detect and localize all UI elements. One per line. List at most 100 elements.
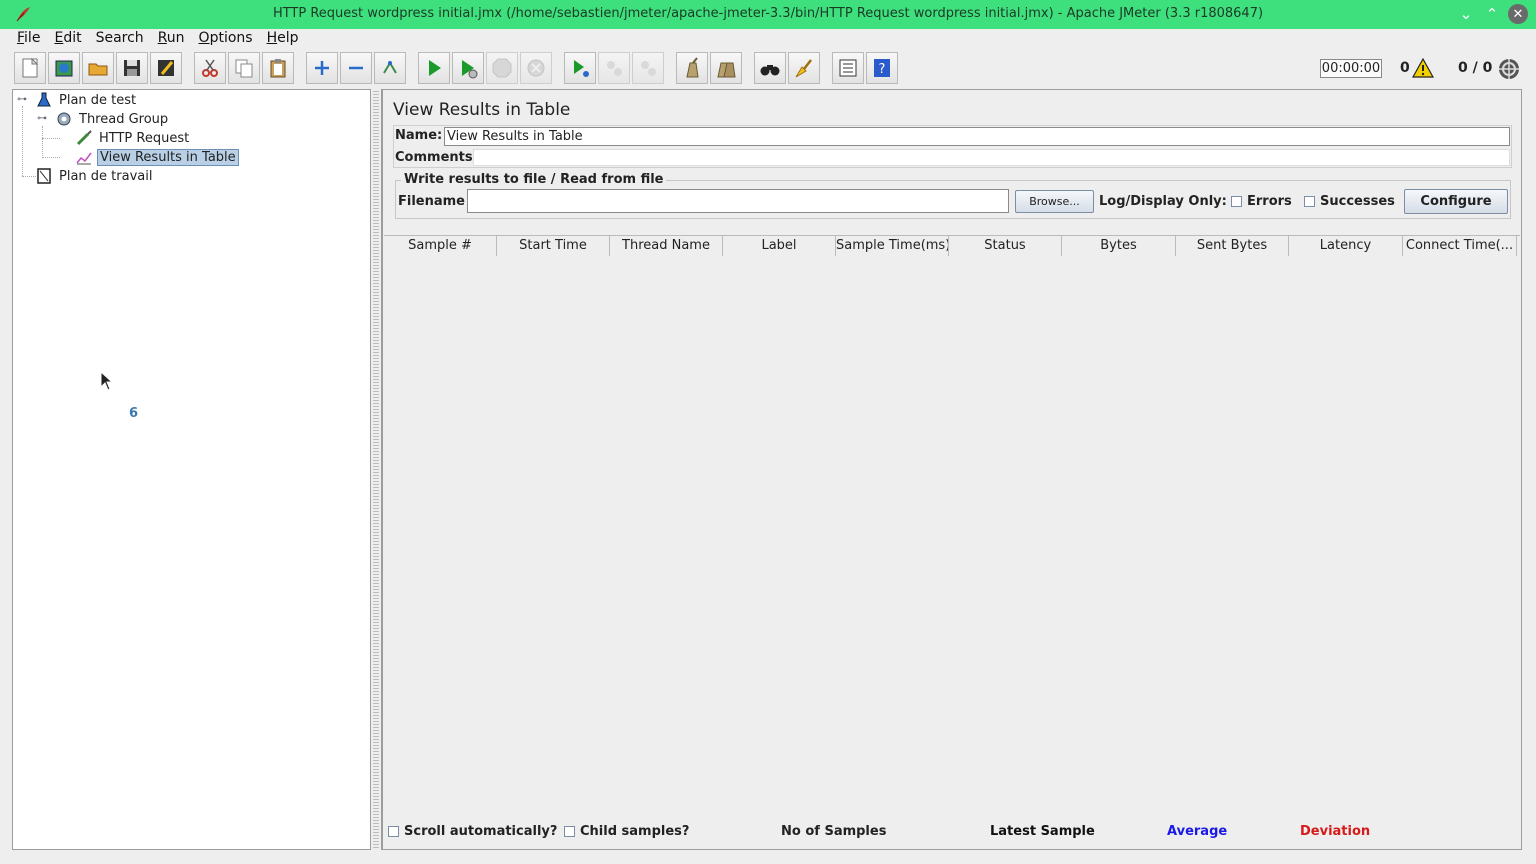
tree-node-label: Plan de test	[59, 92, 137, 108]
column-header[interactable]: Label	[723, 236, 836, 256]
menu-run[interactable]: Run	[151, 29, 192, 49]
expand-all-button[interactable]	[306, 52, 338, 84]
deviation-label: Deviation	[1300, 824, 1371, 839]
collapse-all-button[interactable]	[340, 52, 372, 84]
pane-splitter[interactable]	[373, 89, 379, 850]
templates-icon	[55, 60, 73, 77]
test-plan-icon	[35, 91, 53, 109]
templates-button[interactable]	[48, 52, 80, 84]
workbench-icon	[35, 167, 53, 185]
column-header[interactable]: Bytes	[1062, 236, 1176, 256]
tree-toggle-thread-group[interactable]: ⊶	[37, 114, 47, 124]
results-table[interactable]: Sample # Start Time Thread Name Label Sa…	[384, 235, 1520, 811]
file-panel-legend: Write results to file / Read from file	[401, 172, 667, 187]
filename-input[interactable]	[467, 189, 1009, 213]
toggle-icon	[383, 61, 397, 74]
average-label: Average	[1167, 824, 1228, 839]
toggle-button[interactable]	[374, 52, 406, 84]
tree-node-thread-group[interactable]: Thread Group	[55, 110, 170, 128]
latest-sample-label: Latest Sample	[990, 824, 1095, 839]
tree-node-view-results-table[interactable]: View Results in Table	[75, 148, 239, 166]
remote-start-button[interactable]	[564, 52, 596, 84]
tree-node-label: HTTP Request	[99, 130, 190, 146]
tree-node-test-plan[interactable]: Plan de test	[35, 91, 138, 109]
menu-file[interactable]: File	[10, 29, 47, 49]
copy-button[interactable]	[228, 52, 260, 84]
log-display-label: Log/Display Only:	[1099, 194, 1227, 209]
shutdown-icon	[527, 59, 545, 77]
cut-button[interactable]	[194, 52, 226, 84]
column-header[interactable]: Sent Bytes	[1176, 236, 1289, 256]
remote-shutdown-button[interactable]	[632, 52, 664, 84]
window-title: HTTP Request wordpress initial.jmx (/hom…	[272, 6, 1264, 21]
results-table-panel: View Results in Table Name: View Results…	[381, 89, 1522, 850]
name-label: Name:	[395, 128, 443, 143]
reset-search-button[interactable]	[788, 52, 820, 84]
successes-label: Successes	[1320, 194, 1395, 209]
mouse-cursor-icon	[100, 371, 114, 391]
test-plan-tree[interactable]: ⊶ Plan de test ⊶ Thread Group HTTP Reque…	[12, 89, 371, 850]
tree-node-workbench[interactable]: Plan de travail	[35, 167, 154, 185]
search-button[interactable]	[754, 52, 786, 84]
expand-icon	[315, 61, 329, 75]
scroll-auto-checkbox[interactable]: Scroll automatically?	[388, 824, 557, 839]
paste-button[interactable]	[262, 52, 294, 84]
start-no-pause-button[interactable]	[452, 52, 484, 84]
busy-indicator-icon: 6	[129, 406, 139, 421]
shutdown-button[interactable]	[520, 52, 552, 84]
scroll-auto-label: Scroll automatically?	[404, 824, 558, 839]
remote-shutdown-icon	[641, 61, 656, 76]
menu-search[interactable]: Search	[89, 29, 151, 49]
remote-stop-button[interactable]	[598, 52, 630, 84]
save-as-button[interactable]	[150, 52, 182, 84]
menu-edit[interactable]: Edit	[47, 29, 88, 49]
tree-node-label: View Results in Table	[97, 148, 239, 166]
errors-checkbox[interactable]: Errors	[1231, 194, 1292, 209]
reset-search-icon	[795, 59, 812, 78]
checkbox-box	[564, 826, 575, 837]
start-button[interactable]	[418, 52, 450, 84]
warning-icon[interactable]	[1412, 58, 1434, 78]
child-samples-checkbox[interactable]: Child samples?	[564, 824, 689, 839]
table-header: Sample # Start Time Thread Name Label Sa…	[384, 236, 1517, 256]
start-no-pause-icon	[462, 60, 478, 79]
browse-button[interactable]: Browse...	[1015, 190, 1094, 213]
maximize-button[interactable]: ⌃	[1482, 4, 1502, 24]
remote-status-icon[interactable]	[1497, 57, 1521, 81]
column-header[interactable]: Sample Time(ms)	[836, 236, 949, 256]
configure-button[interactable]: Configure	[1404, 189, 1508, 214]
help-button[interactable]: ?	[866, 52, 898, 84]
open-icon	[88, 63, 108, 76]
clear-icon	[686, 57, 699, 78]
tree-node-http-request[interactable]: HTTP Request	[75, 129, 191, 147]
open-button[interactable]	[82, 52, 114, 84]
menu-help[interactable]: Help	[260, 29, 306, 49]
new-icon	[22, 57, 39, 78]
menu-options[interactable]: Options	[192, 29, 260, 49]
column-header[interactable]: Sample #	[384, 236, 497, 256]
clear-button[interactable]	[676, 52, 708, 84]
close-button[interactable]: ✕	[1508, 4, 1528, 24]
remote-stop-icon	[607, 61, 622, 76]
function-helper-button[interactable]	[832, 52, 864, 84]
toolbar: ? 00:00:00 0 0 / 0	[0, 49, 1536, 89]
clear-all-button[interactable]	[710, 52, 742, 84]
column-header[interactable]: Connect Time(...	[1403, 236, 1517, 256]
column-header[interactable]: Thread Name	[610, 236, 723, 256]
column-header[interactable]: Start Time	[497, 236, 610, 256]
save-as-icon	[158, 60, 174, 76]
tree-toggle-test-plan[interactable]: ⊶	[17, 95, 27, 105]
column-header[interactable]: Status	[949, 236, 1062, 256]
search-icon	[760, 65, 780, 76]
minimize-button[interactable]: ⌄	[1456, 4, 1476, 24]
errors-label: Errors	[1247, 194, 1292, 209]
save-button[interactable]	[116, 52, 148, 84]
elapsed-timer: 00:00:00	[1320, 59, 1382, 78]
filename-label: Filename	[398, 194, 465, 209]
stop-button[interactable]	[486, 52, 518, 84]
name-field[interactable]: View Results in Table	[444, 127, 1510, 146]
successes-checkbox[interactable]: Successes	[1304, 194, 1395, 209]
comments-field[interactable]	[473, 149, 1510, 166]
column-header[interactable]: Latency	[1289, 236, 1403, 256]
new-button[interactable]	[14, 52, 46, 84]
